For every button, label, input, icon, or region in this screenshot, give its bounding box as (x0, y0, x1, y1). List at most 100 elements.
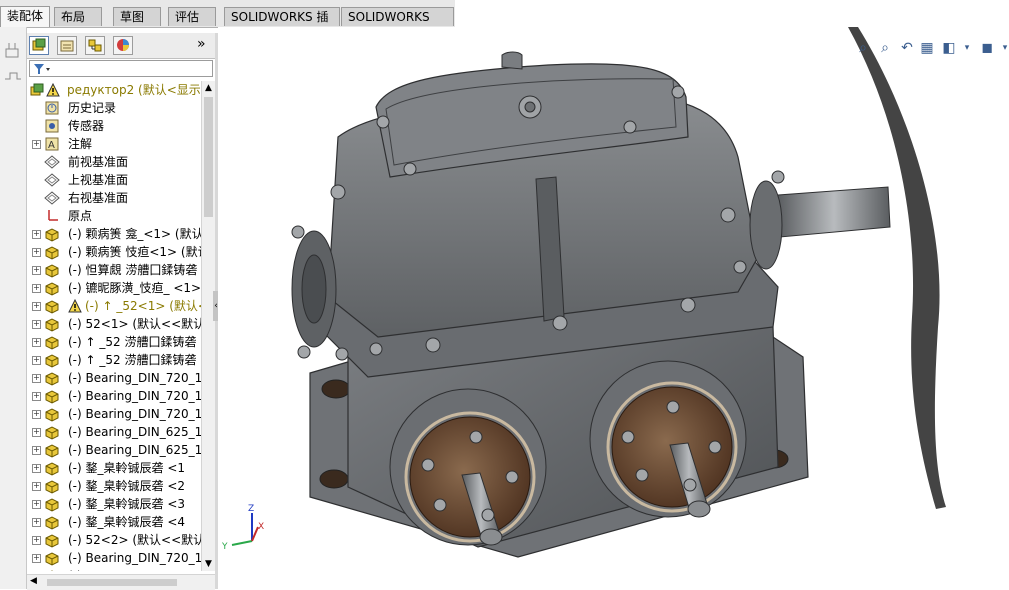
feature-tree-icon (32, 38, 46, 51)
expand-toggle-icon[interactable]: + (32, 428, 41, 437)
tree-item[interactable]: +(-) Nut_DIN_981_1993 (27, 567, 201, 571)
part-icon (44, 478, 60, 494)
hscroll-thumb[interactable] (47, 579, 177, 586)
tree-horizontal-scrollbar[interactable]: ◀ (27, 574, 215, 590)
tree-item[interactable]: + (-) 鍪_臬軨铖辰砻 <4 (27, 513, 201, 531)
scroll-thumb[interactable] (204, 97, 213, 217)
tree-item[interactable]: + (-) Bearing_DIN_720_19 (27, 387, 201, 405)
tree-item[interactable]: 原点 (27, 207, 201, 225)
graphics-area[interactable]: Z Y X ⌕ ⌕ ↶ ▦ ◧ ▾ ◼ ▾ ◎ ▾ ● ✿ ▾ ▤ ▾ (218, 27, 1009, 589)
feature-tree-tab[interactable] (29, 36, 49, 55)
expand-toggle-icon[interactable]: + (32, 446, 41, 455)
part-icon (44, 226, 60, 242)
scroll-down-icon[interactable]: ▼ (205, 559, 212, 569)
chevron-down-icon[interactable]: ▾ (958, 38, 976, 58)
panel-collapse-button[interactable]: » (197, 36, 206, 52)
expand-toggle-icon[interactable]: + (32, 482, 41, 491)
tree-item-label: редуктор2 (默认<显示 (67, 83, 201, 97)
tree-item[interactable]: 传感器 (27, 117, 201, 135)
expand-toggle-icon[interactable]: + (32, 266, 41, 275)
expand-toggle-icon[interactable]: + (32, 410, 41, 419)
expand-toggle-icon[interactable]: + (32, 302, 41, 311)
tree-item-label: (-) Bearing_DIN_720_19 (68, 371, 201, 385)
display-manager-tab[interactable] (113, 36, 133, 55)
tree-item[interactable]: + (-) 怛算覤 涝艚囗鍒铸砻 (27, 261, 201, 279)
tree-item[interactable]: + (-) ↑ _52<1> (默认< (27, 297, 201, 315)
tree-item[interactable]: + (-) 鍪_臬軨铖辰砻 <1 (27, 459, 201, 477)
tab-sketch[interactable]: 草图 (113, 7, 161, 26)
relation-icon[interactable] (5, 72, 21, 80)
tree-item[interactable]: + (-) 鍪_臬軨铖辰砻 <3 (27, 495, 201, 513)
expand-toggle-icon[interactable]: + (32, 338, 41, 347)
tree-item[interactable]: + (-) 52<2> (默认<<默认 (27, 531, 201, 549)
tree-item-label: 原点 (68, 209, 93, 223)
tree-vertical-scrollbar[interactable]: ▲ ▼ (201, 81, 216, 571)
mount-hole (321, 379, 351, 399)
expand-toggle-icon[interactable]: + (32, 140, 41, 149)
expand-toggle-icon[interactable]: + (32, 536, 41, 545)
filter-icon[interactable] (32, 62, 52, 76)
tab-solidworks-mbd[interactable]: SOLIDWORKS MBD (341, 7, 454, 43)
right-bearing-cap (749, 180, 783, 270)
expand-toggle-icon[interactable]: + (32, 356, 41, 365)
tab-evaluate[interactable]: 评估 (168, 7, 216, 26)
feature-tree: редуктор2 (默认<显示历史记录 传感器 + A 注解 前视基准面 上视基准面 右视基… (27, 81, 201, 571)
expand-toggle-icon[interactable]: + (32, 392, 41, 401)
tree-item[interactable]: 前视基准面 (27, 153, 201, 171)
tree-item[interactable]: 上视基准面 (27, 171, 201, 189)
expand-toggle-icon[interactable]: + (32, 248, 41, 257)
tree-item-label: (-) 鍪_臬軨铖辰砻 <1 (68, 461, 186, 475)
view-orientation-icon[interactable]: ◧ (940, 38, 958, 58)
origin-icon (44, 208, 60, 224)
tree-item-label: (-) 颗病箦 龛_<1> (默认 (68, 227, 201, 241)
expand-toggle-icon[interactable]: + (32, 500, 41, 509)
tree-item[interactable]: + (-) Bearing_DIN_720_19 (27, 369, 201, 387)
tree-item[interactable]: + (-) Bearing_DIN_720_19 (27, 549, 201, 567)
triad-z-label: Z (248, 504, 254, 514)
scroll-up-icon[interactable]: ▲ (205, 83, 212, 93)
part-icon (44, 550, 60, 566)
tree-item[interactable]: 右视基准面 (27, 189, 201, 207)
tree-item[interactable]: + (-) 52<1> (默认<<默认 (27, 315, 201, 333)
tab-layout[interactable]: 布局 (54, 7, 102, 26)
chevron-down-icon[interactable]: ▾ (996, 38, 1009, 58)
configuration-manager-tab[interactable] (85, 36, 105, 55)
tree-filter[interactable] (29, 60, 213, 77)
tab-label: 评估 (175, 10, 200, 24)
scroll-left-icon[interactable]: ◀ (30, 576, 37, 586)
expand-toggle-icon[interactable]: + (32, 230, 41, 239)
expand-toggle-icon[interactable]: + (32, 284, 41, 293)
input-shaft-left-end (479, 528, 503, 546)
tree-item[interactable]: + (-) Bearing_DIN_625_1_ (27, 423, 201, 441)
tree-item[interactable]: + A 注解 (27, 135, 201, 153)
tree-item[interactable]: + (-) 颗病箦 忮疸<1> (默认 (27, 243, 201, 261)
tab-assembly[interactable]: 装配体 (0, 6, 50, 27)
tree-item[interactable]: + (-) Bearing_DIN_720_19 (27, 405, 201, 423)
tree-root-assembly[interactable]: редуктор2 (默认<显示 (27, 81, 201, 99)
expand-toggle-icon[interactable]: + (32, 464, 41, 473)
tree-item[interactable]: + (-) 颗病箦 龛_<1> (默认 (27, 225, 201, 243)
tree-item[interactable]: + (-) ↑ _52 涝艚囗鍒铸砻 (27, 351, 201, 369)
previous-view-icon[interactable]: ↶ (898, 38, 916, 58)
tree-item[interactable]: 历史记录 (27, 99, 201, 117)
tree-item[interactable]: + (-) ↑ _52 涝艚囗鍒铸砻 (27, 333, 201, 351)
tab-solidworks-addins[interactable]: SOLIDWORKS 插件 (224, 7, 340, 43)
expand-toggle-icon[interactable]: + (32, 320, 41, 329)
tree-item[interactable]: + (-) 鍪_臬軨铖辰砻 <2 (27, 477, 201, 495)
zoom-to-fit-icon[interactable]: ⌕ (854, 38, 872, 58)
tree-item[interactable]: + (-) 镳昵豚潢_忮疸_ <1> (27, 279, 201, 297)
part-icon (44, 370, 60, 386)
history-icon (44, 100, 60, 116)
section-view-icon[interactable]: ▦ (918, 38, 936, 58)
expand-toggle-icon[interactable]: + (32, 518, 41, 527)
expand-toggle-icon[interactable]: + (32, 374, 41, 383)
tree-item-label: (-) Bearing_DIN_720_19 (68, 551, 201, 565)
display-style-icon[interactable]: ◼ (978, 38, 996, 58)
dimension-icon[interactable] (5, 43, 19, 58)
tab-label: 布局 (61, 10, 86, 24)
property-manager-tab[interactable] (57, 36, 77, 55)
tree-item[interactable]: + (-) Bearing_DIN_625_1_ (27, 441, 201, 459)
expand-toggle-icon[interactable]: + (32, 554, 41, 563)
zoom-to-area-icon[interactable]: ⌕ (876, 38, 894, 58)
sensor-icon (44, 118, 60, 134)
